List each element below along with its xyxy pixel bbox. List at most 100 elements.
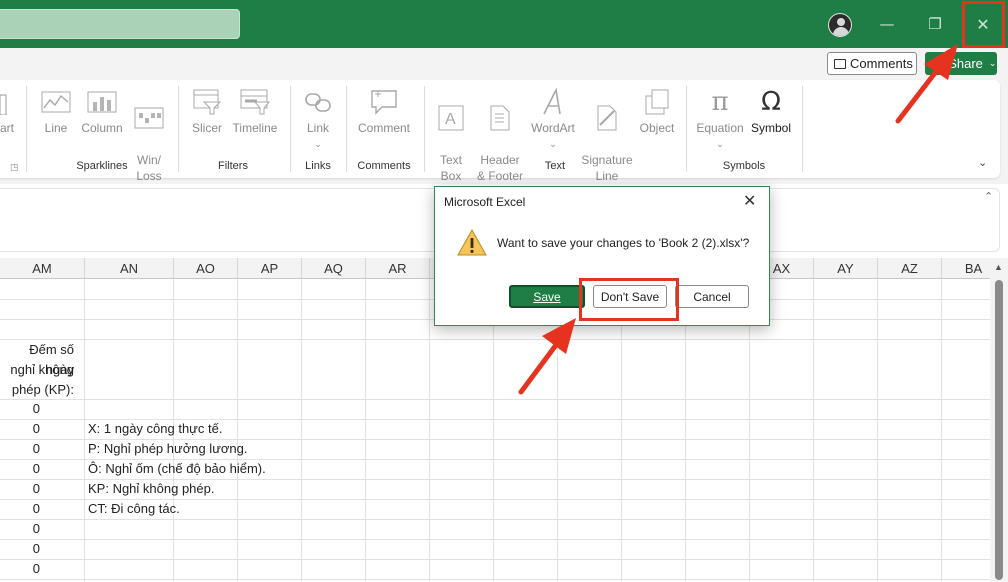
restore-icon: ❐ — [928, 15, 942, 33]
column-header-am[interactable]: AM — [0, 258, 85, 279]
ribbon-item-comment[interactable]: Comment — [354, 88, 414, 136]
formula-collapse-icon[interactable]: ⌃ — [984, 190, 993, 203]
ribbon-item-chart-partial[interactable]: art — [0, 88, 16, 136]
scrollbar-thumb[interactable] — [995, 280, 1003, 580]
grid-line — [0, 339, 990, 340]
avatar-body — [833, 27, 849, 36]
ribbon-separator — [346, 86, 347, 172]
ribbon: art ◳ Line Column Win/ Loss Sparklines S… — [0, 80, 1000, 183]
new-comment-icon — [354, 88, 414, 116]
cell-legend[interactable]: Ô: Nghỉ ốm (chế độ bảo hiểm). — [88, 461, 266, 476]
cell-value[interactable]: 0 — [0, 421, 84, 436]
ribbon-item-line[interactable]: Line — [36, 88, 76, 136]
ribbon-item-label: Timeline — [232, 121, 278, 135]
ribbon-item-label: Column — [81, 121, 123, 135]
column-header-ao[interactable]: AO — [174, 258, 238, 279]
cancel-button[interactable]: Cancel — [675, 285, 749, 308]
ribbon-separator — [26, 86, 27, 172]
ribbon-separator — [424, 86, 425, 172]
grid-line — [0, 519, 990, 520]
chevron-down-icon: ⌄ — [988, 58, 997, 68]
restore-button[interactable]: ❐ — [912, 0, 958, 48]
avatar[interactable] — [828, 13, 852, 37]
column-header-ba[interactable]: BA — [942, 258, 990, 279]
comment-icon — [834, 58, 846, 69]
cell-value[interactable]: 0 — [0, 501, 84, 516]
column-header-ap[interactable]: AP — [238, 258, 302, 279]
ribbon-item-signature-line[interactable]: Signature Line — [580, 88, 634, 200]
grid-line — [365, 279, 366, 582]
grid-line — [84, 279, 85, 582]
timeline-icon — [230, 88, 280, 116]
omega-icon: Ω — [761, 87, 781, 117]
ribbon-item-winloss[interactable]: Win/ Loss — [130, 88, 168, 200]
ribbon-item-slicer[interactable]: Slicer — [186, 88, 228, 136]
ribbon-item-timeline[interactable]: Timeline — [230, 88, 280, 136]
grid-line — [0, 479, 990, 480]
dialog-launcher-icon[interactable]: ◳ — [10, 162, 19, 173]
search-box[interactable] — [0, 9, 240, 39]
avatar-head — [837, 18, 845, 26]
cell-value[interactable]: 0 — [0, 521, 84, 536]
svg-text:A: A — [445, 111, 456, 128]
ribbon-item-equation[interactable]: π Equation ⌄ — [694, 88, 746, 152]
ribbon-item-textbox[interactable]: A Text Box — [432, 88, 470, 200]
vertical-scrollbar[interactable]: ▲ — [990, 258, 1008, 582]
ribbon-item-object[interactable]: Object — [636, 88, 678, 136]
save-button[interactable]: Save — [509, 285, 585, 308]
share-button[interactable]: ⇪ Share ⌄ — [925, 52, 997, 75]
column-header-az[interactable]: AZ — [878, 258, 942, 279]
ribbon-expand-icon[interactable]: ⌄ — [978, 156, 987, 169]
chart-icon — [0, 88, 16, 116]
signature-line-icon — [580, 104, 634, 132]
group-label-sparklines: Sparklines — [76, 160, 128, 172]
cell-value[interactable]: 0 — [0, 541, 84, 556]
ribbon-separator — [178, 86, 179, 172]
cell-value[interactable]: 0 — [0, 481, 84, 496]
share-icon: ⇪ — [933, 58, 943, 70]
cell-header-line: phép (KP): — [11, 382, 74, 397]
group-label-comments: Comments — [357, 160, 411, 172]
cell-value[interactable]: 0 — [0, 441, 84, 456]
title-bar: — ❐ ✕ — [0, 0, 1008, 48]
ribbon-item-label: WordArt — [531, 121, 575, 135]
minimize-icon: — — [879, 15, 895, 33]
column-header-aq[interactable]: AQ — [302, 258, 366, 279]
grid-line — [813, 279, 814, 582]
grid-line — [237, 279, 238, 582]
column-header-an[interactable]: AN — [85, 258, 174, 279]
cell-value[interactable]: 0 — [0, 561, 84, 576]
grid-line — [0, 559, 990, 560]
winloss-sparkline-icon — [130, 104, 168, 132]
cell-legend[interactable]: P: Nghỉ phép hưởng lương. — [88, 441, 248, 456]
minimize-button[interactable]: — — [864, 0, 910, 48]
wordart-icon — [528, 88, 578, 116]
cell-value[interactable]: 0 — [0, 461, 84, 476]
group-label-links: Links — [305, 160, 331, 172]
grid-line — [429, 279, 430, 582]
ribbon-item-link[interactable]: Link ⌄ — [298, 88, 338, 152]
object-icon — [636, 88, 678, 116]
grid-line — [0, 579, 990, 580]
cell-legend[interactable]: X: 1 ngày công thực tế. — [88, 421, 222, 436]
comments-button[interactable]: Comments — [827, 52, 917, 75]
cell-legend[interactable]: KP: Nghỉ không phép. — [88, 481, 214, 496]
ribbon-item-header-footer[interactable]: Header & Footer — [474, 88, 526, 200]
scroll-up-icon[interactable]: ▲ — [994, 262, 1003, 272]
grid-line — [0, 439, 990, 440]
ribbon-item-column[interactable]: Column — [78, 88, 126, 136]
cell-value[interactable]: 0 — [0, 401, 84, 416]
chevron-down-icon: ⌄ — [716, 139, 724, 149]
ribbon-item-label: Slicer — [191, 121, 222, 135]
column-header-ay[interactable]: AY — [814, 258, 878, 279]
column-sparkline-icon — [78, 88, 126, 116]
ribbon-separator — [686, 86, 687, 172]
grid-line — [301, 279, 302, 582]
ribbon-item-wordart[interactable]: WordArt ⌄ — [528, 88, 578, 152]
ribbon-item-label: Link — [306, 121, 329, 135]
column-header-ar[interactable]: AR — [366, 258, 430, 279]
dialog-close-icon[interactable]: ✕ — [743, 191, 756, 210]
grid-line — [0, 459, 990, 460]
ribbon-item-symbol[interactable]: Ω Symbol — [748, 88, 794, 136]
cell-legend[interactable]: CT: Đi công tác. — [88, 501, 180, 516]
